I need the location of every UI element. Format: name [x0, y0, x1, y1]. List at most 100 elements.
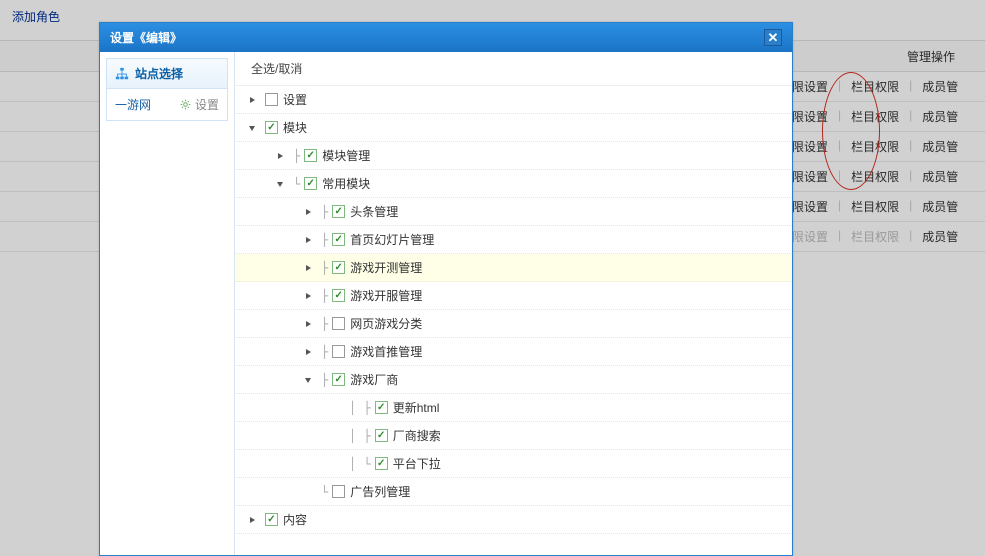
check-icon: ✓ [335, 375, 343, 385]
close-icon: ✕ [768, 31, 779, 44]
settings-dialog: 设置《编辑》 ✕ 站点选择 一游网 设置 全选/取消 [99, 22, 793, 556]
dialog-title-text: 设置《编辑》 [110, 29, 182, 46]
caret-down-icon[interactable] [275, 179, 285, 189]
tree-node-label: 网页游戏分类 [350, 315, 422, 332]
caret-placeholder [331, 459, 341, 469]
tree-node[interactable]: │ ├ ✓ 厂商搜索 [235, 422, 792, 450]
tree-branch-glyph: ├ [321, 317, 328, 331]
tree-node[interactable]: ├ ✓ 游戏开测管理 [235, 254, 792, 282]
sidebar-header-text: 站点选择 [135, 65, 183, 82]
tree-branch-glyph: └ [293, 177, 300, 191]
caret-right-icon[interactable] [247, 95, 257, 105]
tree-node-label: 游戏开测管理 [350, 259, 422, 276]
dialog-sidebar: 站点选择 一游网 设置 [100, 52, 234, 555]
tree-checkbox[interactable] [332, 485, 345, 498]
tree-node[interactable]: 设置 [235, 86, 792, 114]
tree-checkbox[interactable]: ✓ [265, 121, 278, 134]
tree-branch-glyph: ├ [321, 345, 328, 359]
tree-node-label: 模块 [283, 119, 307, 136]
check-icon: ✓ [307, 151, 315, 161]
check-icon: ✓ [377, 459, 385, 469]
tree-node[interactable]: │ └ ✓ 平台下拉 [235, 450, 792, 478]
tree-node[interactable]: ├✓游戏开服管理 [235, 282, 792, 310]
dialog-close-button[interactable]: ✕ [764, 29, 782, 46]
tree-branch-glyph: └ [321, 485, 328, 499]
tree-node[interactable]: ├ ✓ 游戏厂商 [235, 366, 792, 394]
tree-node[interactable]: │ ├✓更新html [235, 394, 792, 422]
tree-checkbox[interactable]: ✓ [304, 177, 317, 190]
tree-branch-glyph: ├ [293, 149, 300, 163]
sidebar-site-item[interactable]: 一游网 设置 [107, 89, 227, 120]
check-icon: ✓ [335, 207, 343, 217]
site-settings-text: 设置 [195, 96, 219, 113]
tree-node[interactable]: ├ ✓ 首页幻灯片管理 [235, 226, 792, 254]
caret-down-icon[interactable] [303, 375, 313, 385]
caret-right-icon[interactable] [247, 515, 257, 525]
caret-right-icon[interactable] [303, 207, 313, 217]
caret-right-icon[interactable] [303, 263, 313, 273]
dialog-titlebar: 设置《编辑》 ✕ [100, 23, 792, 52]
tree-checkbox[interactable]: ✓ [304, 149, 317, 162]
gear-icon [179, 98, 192, 111]
tree-node[interactable]: └ ✓ 常用模块 [235, 170, 792, 198]
check-icon: ✓ [335, 291, 343, 301]
tree-node-label: 设置 [283, 91, 307, 108]
caret-placeholder [331, 431, 341, 441]
tree-node-label: 游戏厂商 [350, 371, 398, 388]
check-icon: ✓ [377, 403, 385, 413]
tree-branch-glyph: ├ [321, 261, 328, 275]
caret-down-icon[interactable] [247, 123, 257, 133]
tree-panel: 全选/取消 设置✓模块├✓模块管理└✓常用模块├✓头条管理├✓首页幻灯片管理├✓… [234, 52, 792, 555]
caret-right-icon[interactable] [303, 319, 313, 329]
tree-checkbox[interactable] [332, 345, 345, 358]
site-settings-link[interactable]: 设置 [179, 96, 219, 113]
tree-node[interactable]: ├✓头条管理 [235, 198, 792, 226]
tree-node[interactable]: ├ ✓ 模块管理 [235, 142, 792, 170]
caret-right-icon[interactable] [303, 291, 313, 301]
tree-node-label: 平台下拉 [393, 455, 441, 472]
check-icon: ✓ [307, 179, 315, 189]
tree-checkbox[interactable] [332, 317, 345, 330]
sidebar-header: 站点选择 [107, 59, 227, 89]
tree-node-label: 首页幻灯片管理 [350, 231, 434, 248]
caret-right-icon[interactable] [275, 151, 285, 161]
check-icon: ✓ [267, 123, 275, 133]
tree-checkbox[interactable]: ✓ [332, 289, 345, 302]
tree-node[interactable]: ✓ 内容 [235, 506, 792, 534]
tree-node[interactable]: ✓ 模块 [235, 114, 792, 142]
caret-right-icon[interactable] [303, 347, 313, 357]
select-all-toggle[interactable]: 全选/取消 [235, 52, 792, 86]
tree-checkbox[interactable]: ✓ [375, 429, 388, 442]
tree-checkbox[interactable] [265, 93, 278, 106]
sitemap-icon [115, 67, 129, 81]
tree-node-label: 模块管理 [322, 147, 370, 164]
tree-node-label: 常用模块 [322, 175, 370, 192]
tree-checkbox[interactable]: ✓ [332, 233, 345, 246]
tree-node-label: 厂商搜索 [393, 427, 441, 444]
check-icon: ✓ [267, 515, 275, 525]
tree-scroll-area[interactable]: 设置✓模块├✓模块管理└✓常用模块├✓头条管理├✓首页幻灯片管理├✓游戏开测管理… [235, 86, 792, 555]
tree-checkbox[interactable]: ✓ [332, 261, 345, 274]
check-icon: ✓ [377, 431, 385, 441]
caret-right-icon[interactable] [303, 235, 313, 245]
tree-node[interactable]: ├ 网页游戏分类 [235, 310, 792, 338]
tree-branch-glyph: │ └ [349, 457, 371, 471]
check-icon: ✓ [335, 263, 343, 273]
tree-branch-glyph: │ ├ [349, 429, 371, 443]
caret-placeholder [303, 487, 313, 497]
tree-node[interactable]: └ 广告列管理 [235, 478, 792, 506]
tree-checkbox[interactable]: ✓ [332, 373, 345, 386]
site-name: 一游网 [115, 96, 151, 113]
tree-branch-glyph: ├ [321, 373, 328, 387]
tree-node[interactable]: ├游戏首推管理 [235, 338, 792, 366]
tree-branch-glyph: ├ [321, 205, 328, 219]
tree-branch-glyph: │ ├ [349, 401, 371, 415]
tree-node-label: 内容 [283, 511, 307, 528]
tree-node-label: 广告列管理 [350, 483, 410, 500]
tree-checkbox[interactable]: ✓ [375, 401, 388, 414]
tree-checkbox[interactable]: ✓ [375, 457, 388, 470]
tree-branch-glyph: ├ [321, 289, 328, 303]
tree-checkbox[interactable]: ✓ [265, 513, 278, 526]
tree-checkbox[interactable]: ✓ [332, 205, 345, 218]
tree-branch-glyph: ├ [321, 233, 328, 247]
